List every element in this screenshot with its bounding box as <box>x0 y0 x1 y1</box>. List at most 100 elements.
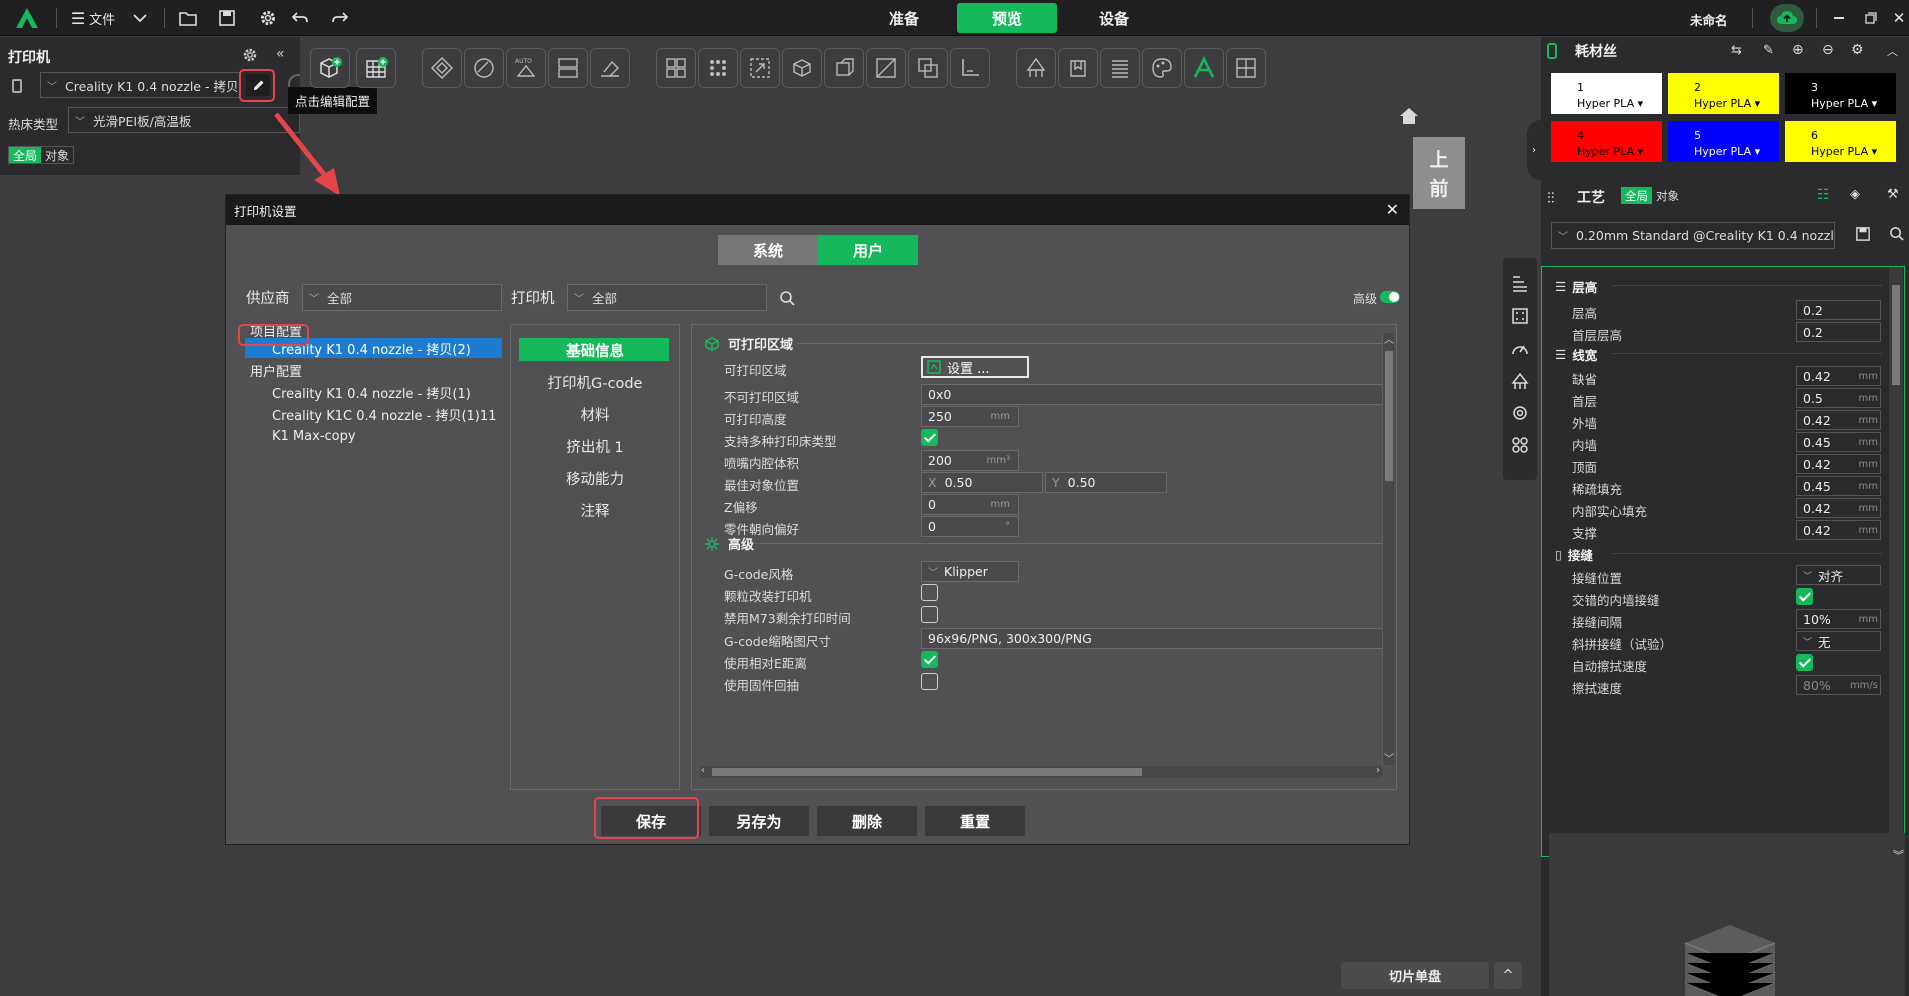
lw-default-input[interactable]: 0.42 mm <box>1796 366 1881 386</box>
printer-filter-select[interactable]: ﹀ 全部 <box>567 284 767 311</box>
remove-filament-icon[interactable]: ⊖ <box>1822 42 1834 58</box>
filament-slot-1[interactable]: 1 Hyper PLA ▾ <box>1551 73 1662 114</box>
filament-dropdown-icon[interactable]: ▾ <box>1751 97 1761 110</box>
filament-settings-gear-icon[interactable]: ⚙ <box>1851 42 1864 58</box>
options-horizontal-scrollbar[interactable]: ‹ › <box>700 765 1382 778</box>
search-icon[interactable] <box>779 290 795 306</box>
scale-icon[interactable] <box>740 48 780 88</box>
relative-e-checkbox[interactable] <box>921 651 938 668</box>
m73-checkbox[interactable] <box>921 606 938 623</box>
process-compare-icon[interactable]: ◈ <box>1850 187 1860 202</box>
process-scope-object[interactable]: 对象 <box>1652 187 1683 204</box>
params-vertical-scrollbar[interactable] <box>1889 267 1903 837</box>
lw-first-input[interactable]: 0.5 mm <box>1796 388 1881 408</box>
process-wrench-icon[interactable]: ⚒ <box>1887 187 1899 202</box>
filament-dropdown-icon[interactable]: ▾ <box>1634 97 1644 110</box>
bed-type-select[interactable]: ﹀ 光滑PEI板/高温板 <box>68 107 300 133</box>
measure-icon[interactable] <box>950 48 990 88</box>
printer-settings-gear-icon[interactable] <box>242 47 258 63</box>
save-as-button[interactable]: 另存为 <box>709 806 809 836</box>
filament-slot-4[interactable]: 4 Hyper PLA ▾ <box>1551 121 1662 162</box>
best-position-y-input[interactable]: Y 0.50 <box>1045 472 1167 493</box>
printable-area-set-button[interactable]: 设置 ... <box>921 356 1029 378</box>
page-motion[interactable]: 移动能力 <box>511 468 679 489</box>
page-material[interactable]: 材料 <box>511 404 679 425</box>
tree-item-user-1[interactable]: Creality K1C 0.4 nozzle - 拷贝(1)11 <box>272 404 496 424</box>
vendor-select[interactable]: ﹀ 全部 <box>302 284 502 311</box>
support-icon[interactable] <box>1509 370 1531 392</box>
tab-prepare[interactable]: 准备 <box>854 3 954 33</box>
grid-view-icon[interactable] <box>1509 305 1531 327</box>
seam-position-select[interactable]: ﹀ 对齐 <box>1796 565 1881 585</box>
tab-preview[interactable]: 预览 <box>957 3 1057 33</box>
scroll-left-arrow-icon[interactable]: ‹ <box>701 765 705 776</box>
split-objects-icon[interactable] <box>548 48 588 88</box>
lw-inner-input[interactable]: 0.45 mm <box>1796 432 1881 452</box>
view-cube-front[interactable]: 前 <box>1429 174 1448 201</box>
view-cube[interactable]: 上 前 <box>1413 137 1465 209</box>
options-scroll-thumb[interactable] <box>1385 351 1393 481</box>
file-menu[interactable]: ☰ 文件 <box>64 5 122 31</box>
open-folder-icon[interactable] <box>176 5 200 31</box>
save-icon[interactable] <box>215 5 239 31</box>
view-cube-top[interactable]: 上 <box>1429 145 1448 172</box>
add-filament-icon[interactable]: ⊕ <box>1792 42 1804 58</box>
dialog-close-icon[interactable]: ✕ <box>1386 200 1399 219</box>
process-list-icon[interactable]: ☷ <box>1817 187 1830 203</box>
scope-global[interactable]: 全局 <box>9 147 42 163</box>
home-view-icon[interactable] <box>1398 106 1420 126</box>
tree-item-user-2[interactable]: K1 Max-copy <box>272 426 356 446</box>
lw-top-input[interactable]: 0.42 mm <box>1796 454 1881 474</box>
orientation-input[interactable]: 0 ° <box>921 516 1019 537</box>
excluded-area-input[interactable]: 0x0 <box>921 384 1383 405</box>
move-icon[interactable] <box>782 48 822 88</box>
filament-dropdown-icon[interactable]: ▾ <box>1868 97 1878 110</box>
slice-menu-arrow-icon[interactable]: ^ <box>1494 962 1522 989</box>
lw-solid-input[interactable]: 0.42 mm <box>1796 498 1881 518</box>
save-preset-icon[interactable] <box>1856 227 1870 241</box>
close-window-icon[interactable]: ✕ <box>1890 5 1908 31</box>
split-to-parts-icon[interactable] <box>656 48 696 88</box>
best-position-x-input[interactable]: X 0.50 <box>921 472 1043 493</box>
maximize-icon[interactable] <box>1860 5 1882 31</box>
z-offset-input[interactable]: 0 mm <box>921 494 1019 515</box>
printable-height-input[interactable]: 250 mm <box>921 406 1019 427</box>
page-notes[interactable]: 注释 <box>511 500 679 521</box>
scope-object[interactable]: 对象 <box>41 147 73 163</box>
options-hscroll-thumb[interactable] <box>712 768 1142 776</box>
app-logo-icon[interactable] <box>14 5 40 31</box>
lw-outer-input[interactable]: 0.42 mm <box>1796 410 1881 430</box>
wipe-auto-speed-checkbox[interactable] <box>1796 654 1813 671</box>
auto-orient-icon[interactable]: AUTO <box>506 48 546 88</box>
filament-edit-icon[interactable]: ✎ <box>1763 43 1774 58</box>
cut-icon[interactable] <box>866 48 906 88</box>
segment-user[interactable]: 用户 <box>818 235 918 265</box>
page-extruder-1[interactable]: 挤出机 1 <box>511 436 679 457</box>
collapse-panel-icon[interactable]: « <box>276 46 285 62</box>
filament-slot-3[interactable]: 3 Hyper PLA ▾ <box>1785 73 1896 114</box>
filament-slot-6[interactable]: 6 Hyper PLA ▾ <box>1785 121 1896 162</box>
add-plate-icon[interactable] <box>356 48 396 88</box>
reset-button[interactable]: 重置 <box>925 806 1025 836</box>
filament-sync-icon[interactable]: ⇆ <box>1731 43 1742 58</box>
firmware-retract-checkbox[interactable] <box>921 673 938 690</box>
speed-gauge-icon[interactable] <box>1509 338 1531 360</box>
filament-dropdown-icon[interactable]: ▾ <box>1634 145 1644 158</box>
segment-system[interactable]: 系统 <box>718 235 818 265</box>
seam-paint-icon[interactable] <box>1058 48 1098 88</box>
collapse-filament-icon[interactable]: ︿ <box>1887 43 1898 59</box>
filament-dropdown-icon[interactable]: ▾ <box>1751 145 1761 158</box>
process-search-icon[interactable] <box>1889 226 1904 241</box>
minimize-icon[interactable] <box>1828 5 1850 31</box>
undo-icon[interactable] <box>288 5 312 31</box>
redo-icon[interactable] <box>328 5 352 31</box>
scroll-right-arrow-icon[interactable]: › <box>1376 765 1380 776</box>
multi-material-icon[interactable] <box>1509 434 1531 456</box>
others-gear-icon[interactable] <box>1509 402 1531 424</box>
variable-layer-icon[interactable] <box>1100 48 1140 88</box>
lw-sparse-input[interactable]: 0.45 mm <box>1796 476 1881 496</box>
grid-arrange-icon[interactable] <box>698 48 738 88</box>
slice-plate-button[interactable]: 切片单盘 <box>1341 962 1489 989</box>
pellet-checkbox[interactable] <box>921 584 938 601</box>
collapse-preview-icon[interactable]: ︾ <box>1893 847 1904 863</box>
